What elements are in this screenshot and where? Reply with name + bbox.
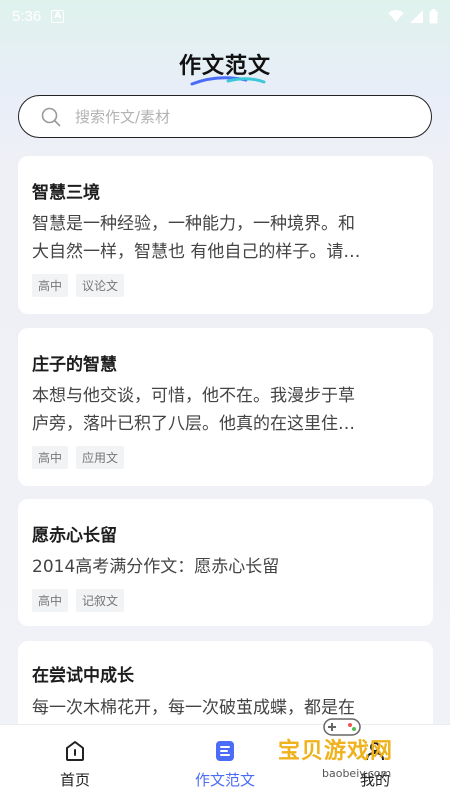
excerpt-line: 大自然一样，智慧也 有他自己的样子。请… [32, 242, 361, 262]
excerpt-line: 2014高考满分作文：愿赤心长留 [32, 557, 280, 577]
genre-tag: 应用文 [76, 446, 125, 469]
excerpt-line: 庐旁，落叶已积了八层。他真的在这里住… [32, 414, 355, 434]
article-card[interactable]: 庄子的智慧 本想与他交谈，可惜，他不在。我漫步于草 庐旁，落叶已积了八层。他真的… [18, 328, 433, 486]
search-input[interactable]: 搜索作文/素材 [18, 95, 432, 138]
search-icon [41, 107, 61, 126]
home-icon [66, 741, 84, 761]
article-excerpt: 2014高考满分作文：愿赤心长留 [32, 553, 422, 581]
signal-icon [410, 9, 423, 23]
watermark-logo: 宝贝游戏网 baobeiy.com [270, 715, 445, 800]
article-excerpt: 本想与他交谈，可惜，他不在。我漫步于草 庐旁，落叶已积了八层。他真的在这里住… [32, 382, 422, 438]
genre-tag: 议论文 [76, 274, 125, 297]
status-bar: 5:36 A [0, 0, 450, 32]
article-title: 在尝试中成长 [32, 666, 134, 686]
tag-list: 高中 记叙文 [32, 589, 125, 612]
excerpt-line: 本想与他交谈，可惜，他不在。我漫步于草 [32, 386, 355, 406]
tab-home-label: 首页 [59, 771, 90, 789]
status-time: 5:36 [12, 7, 42, 25]
grade-tag: 高中 [32, 274, 69, 297]
watermark-url: baobeiy.com [322, 767, 392, 780]
battery-icon [429, 8, 438, 23]
article-card[interactable]: 智慧三境 智慧是一种经验，一种能力，一种境界。和 大自然一样，智慧也 有他自己的… [18, 156, 433, 314]
article-title: 智慧三境 [32, 183, 100, 203]
tab-home[interactable]: 首页 [0, 725, 150, 800]
grade-tag: 高中 [32, 589, 69, 612]
tag-list: 高中 应用文 [32, 446, 125, 469]
title-underline-decoration [190, 76, 266, 86]
document-icon [216, 741, 234, 761]
wifi-icon [388, 9, 404, 22]
watermark-text: 宝贝游戏网 [278, 739, 394, 764]
article-excerpt: 智慧是一种经验，一种能力，一种境界。和 大自然一样，智慧也 有他自己的样子。请… [32, 210, 422, 266]
grade-tag: 高中 [32, 446, 69, 469]
genre-tag: 记叙文 [76, 589, 125, 612]
search-placeholder: 搜索作文/素材 [75, 108, 171, 126]
notification-icon: A [51, 9, 65, 23]
article-title: 庄子的智慧 [32, 355, 117, 375]
article-title: 愿赤心长留 [32, 526, 117, 546]
status-right [388, 8, 438, 24]
excerpt-line: 智慧是一种经验，一种能力，一种境界。和 [32, 214, 355, 234]
article-card[interactable]: 愿赤心长留 2014高考满分作文：愿赤心长留 高中 记叙文 [18, 499, 433, 626]
tag-list: 高中 议论文 [32, 274, 125, 297]
